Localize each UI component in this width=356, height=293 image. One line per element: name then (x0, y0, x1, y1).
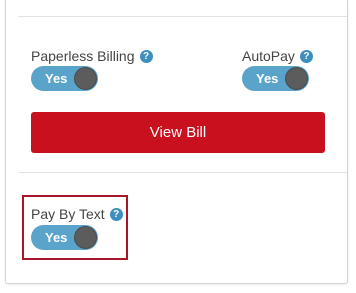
pay-by-text-label-text: Pay By Text (31, 206, 105, 222)
toggle-knob (74, 226, 97, 249)
card-divider (18, 172, 347, 173)
toggle-state-label: Yes (256, 71, 279, 86)
autopay-toggle[interactable]: Yes (242, 66, 309, 91)
toggle-knob (285, 67, 308, 90)
paperless-billing-label: Paperless Billing ? (31, 48, 153, 64)
toggle-state-label: Yes (45, 71, 68, 86)
card-divider (18, 16, 347, 17)
page: Paperless Billing ? Yes AutoPay ? Yes Vi… (0, 0, 356, 293)
paperless-billing-label-text: Paperless Billing (31, 48, 135, 64)
toggle-knob (74, 67, 97, 90)
autopay-label-text: AutoPay (242, 48, 295, 64)
paperless-billing-toggle[interactable]: Yes (31, 66, 98, 91)
view-bill-button[interactable]: View Bill (31, 112, 325, 153)
question-help-icon[interactable]: ? (299, 49, 313, 63)
toggle-state-label: Yes (45, 230, 68, 245)
question-help-icon[interactable]: ? (139, 49, 153, 63)
pay-by-text-toggle[interactable]: Yes (31, 225, 98, 250)
pay-by-text-label: Pay By Text ? (31, 206, 123, 222)
question-help-icon[interactable]: ? (109, 207, 123, 221)
autopay-label: AutoPay ? (242, 48, 313, 64)
